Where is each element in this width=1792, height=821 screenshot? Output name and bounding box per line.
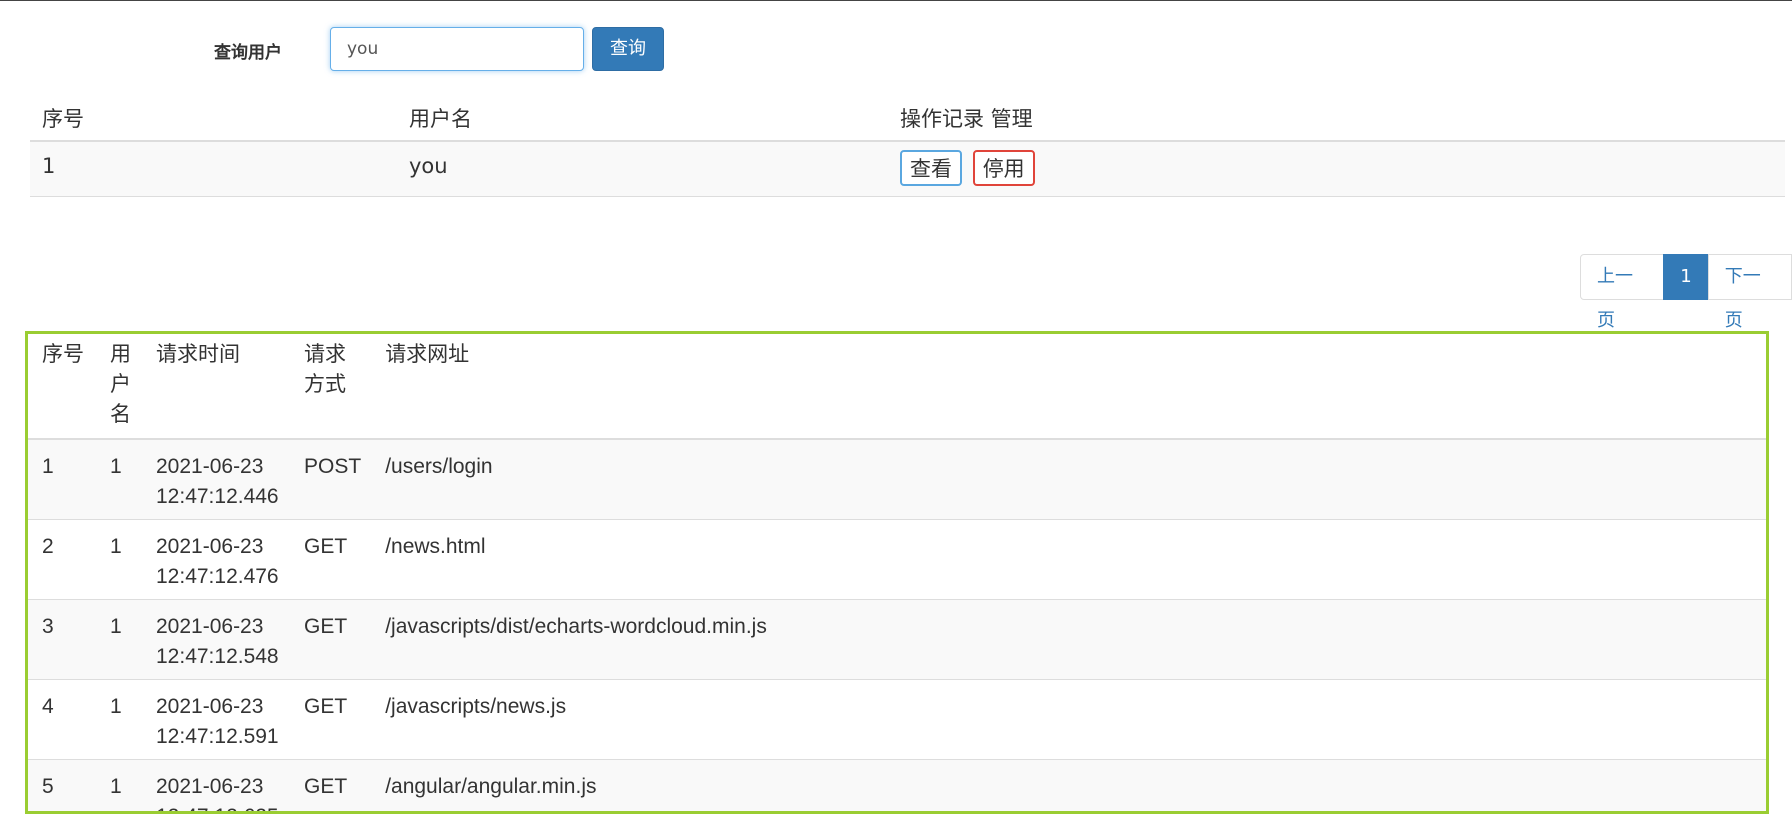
log-table-header-row: 序号 用户名 请求时间 请求方式 请求网址 [28,334,1766,440]
table-row: 1 you 查看 停用 [30,141,1785,197]
user-table-header-row: 序号 用户名 操作记录 管理 [30,96,1785,142]
log-user-cell: 1 [96,759,142,811]
pagination: 上一页 1 下一页 [1580,254,1792,331]
log-header-url: 请求网址 [371,334,1766,440]
user-table: 序号 用户名 操作记录 管理 1 you 查看 停用 [30,96,1785,197]
log-clock: 12:47:12.446 [156,485,279,508]
log-method-cell: GET [290,679,372,760]
actions-cell: 查看 停用 [888,141,1785,197]
log-url-cell: /javascripts/news.js [371,679,1766,760]
log-user-cell: 1 [96,519,142,600]
table-row: 4 1 2021-06-23 12:47:12.591 GET /javascri… [28,679,1766,760]
log-header-method: 请求方式 [290,334,372,440]
next-page-button[interactable]: 下一页 [1707,254,1792,331]
log-index-cell: 1 [28,439,96,520]
log-time-cell: 2021-06-23 12:47:12.476 [142,519,290,600]
log-method-cell: POST [290,439,372,520]
log-header-index: 序号 [28,334,96,440]
header-actions: 操作记录 管理 [888,96,1785,142]
header-username: 用户名 [397,96,888,142]
log-url-cell: /news.html [371,519,1766,600]
log-time-cell: 2021-06-23 12:47:12.591 [142,679,290,760]
log-time-cell: 2021-06-23 12:47:12.446 [142,439,290,520]
log-url-cell: /javascripts/dist/echarts-wordcloud.min.… [371,599,1766,680]
search-user-label: 查询用户 [214,43,282,63]
log-index-cell: 2 [28,519,96,600]
current-page-button[interactable]: 1 [1663,254,1709,300]
log-clock: 12:47:12.591 [156,724,279,748]
log-index-cell: 3 [28,599,96,680]
table-row: 5 1 2021-06-23 12:47:12.625 GET /angular/… [28,759,1766,812]
log-url-cell: /users/login [371,439,1766,520]
log-date: 2021-06-23 [156,774,264,798]
log-time-cell: 2021-06-23 12:47:12.625 [142,759,290,812]
disable-button[interactable]: 停用 [972,150,1035,186]
log-time-cell: 2021-06-23 12:47:12.548 [142,599,290,680]
log-header-username: 用户名 [96,334,142,440]
username-cell: you [397,141,888,197]
operation-log-table: 序号 用户名 请求时间 请求方式 请求网址 1 1 2021-06-23 12:4… [28,334,1766,812]
log-url-cell: /angular/angular.min.js [371,759,1766,811]
table-row: 3 1 2021-06-23 12:47:12.548 GET /javascri… [28,599,1766,680]
log-method-cell: GET [290,599,372,680]
header-index: 序号 [30,96,397,142]
log-index-cell: 5 [28,759,96,811]
log-date: 2021-06-23 [156,534,264,558]
search-input[interactable] [330,27,584,71]
log-clock: 12:47:12.548 [156,644,279,668]
top-border-line [0,0,1792,1]
log-date: 2021-06-23 [156,614,264,638]
log-user-cell: 1 [96,679,142,760]
log-clock: 12:47:12.625 [156,805,279,812]
user-index-cell: 1 [30,141,397,197]
operation-log-panel[interactable]: 序号 用户名 请求时间 请求方式 请求网址 1 1 2021-06-23 12:4… [25,331,1769,814]
log-date: 2021-06-23 [156,455,264,478]
log-user-cell: 1 [96,599,142,680]
log-header-time: 请求时间 [142,334,290,440]
log-user-cell: 1 [96,439,142,520]
log-method-cell: GET [290,519,372,600]
table-row: 2 1 2021-06-23 12:47:12.476 GET /news.htm… [28,519,1766,600]
log-method-cell: GET [290,759,372,811]
log-index-cell: 4 [28,679,96,760]
table-row: 1 1 2021-06-23 12:47:12.446 POST /users/l… [28,439,1766,520]
log-date: 2021-06-23 [156,694,264,718]
prev-page-button[interactable]: 上一页 [1580,254,1665,331]
view-button[interactable]: 查看 [900,150,962,186]
search-button[interactable]: 查询 [592,27,664,71]
log-clock: 12:47:12.476 [156,564,279,588]
